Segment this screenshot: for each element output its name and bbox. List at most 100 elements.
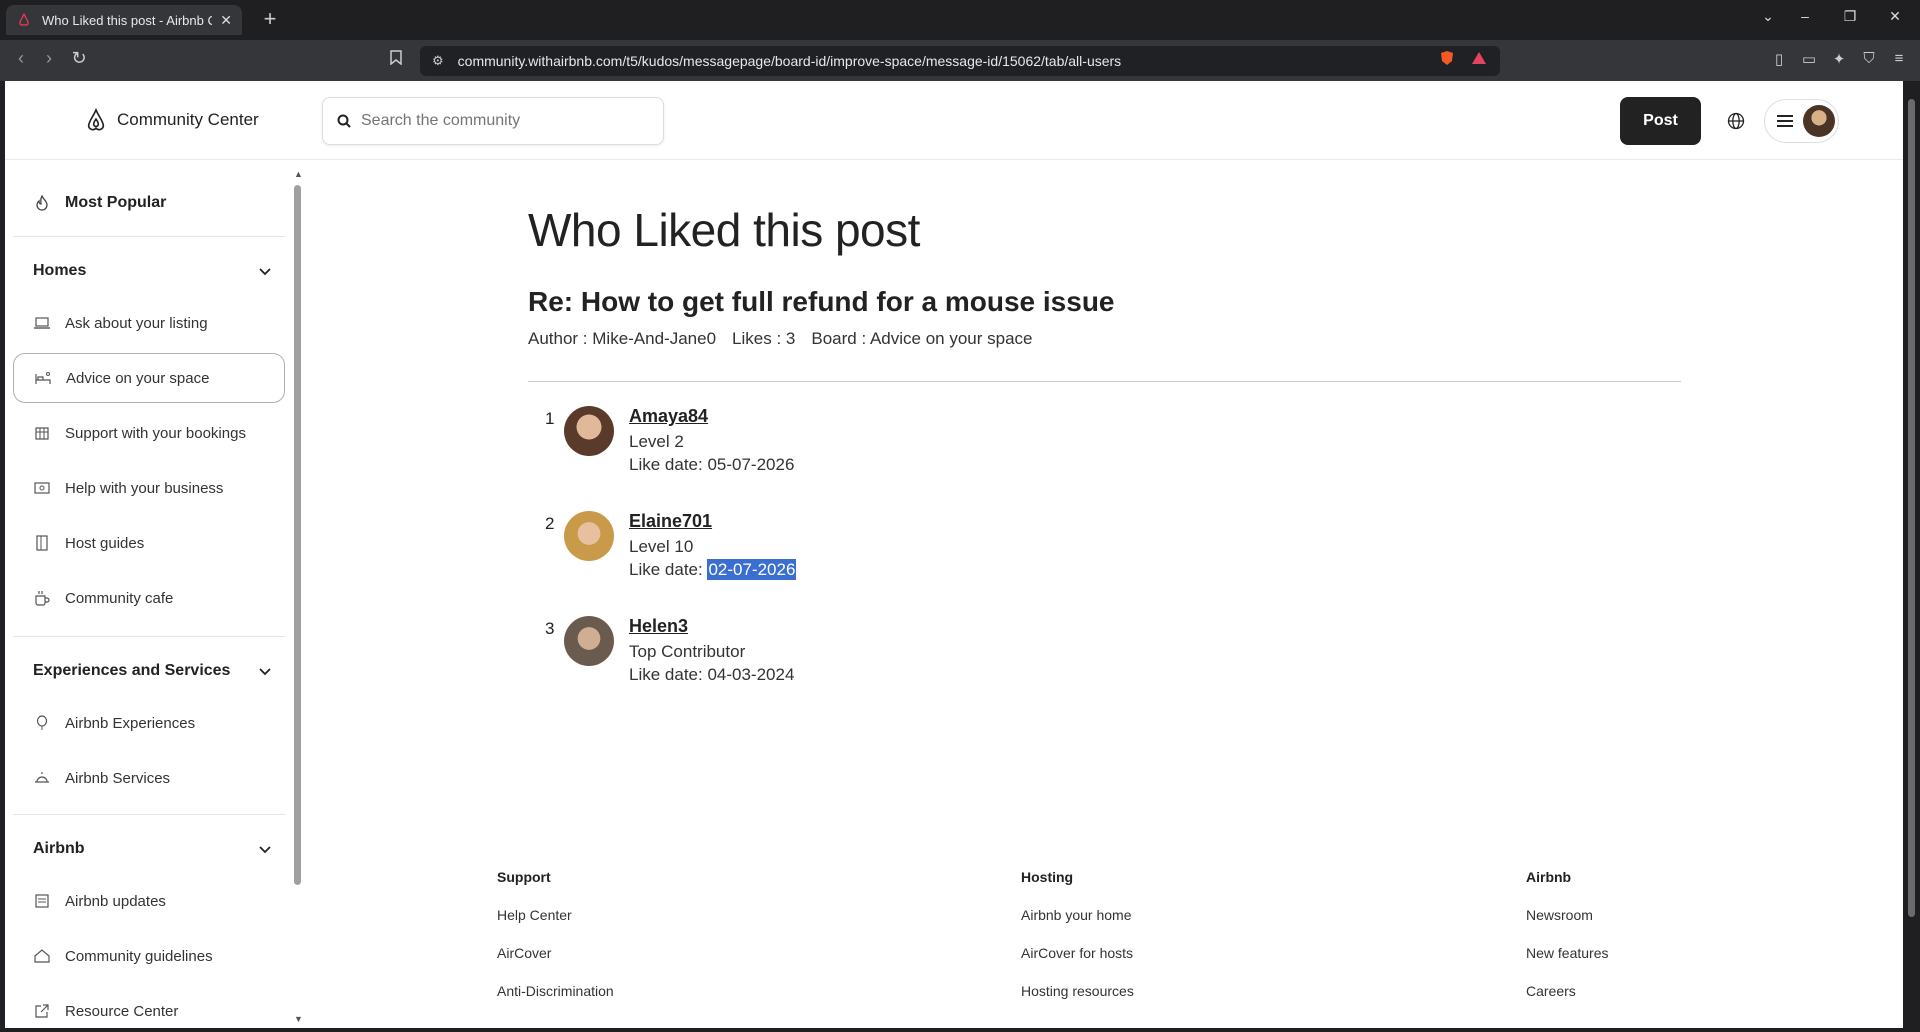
news-icon — [33, 892, 51, 910]
tab-close-icon[interactable]: ✕ — [220, 12, 232, 29]
footer-link[interactable]: AirCover — [497, 945, 614, 961]
footer-link[interactable]: New features — [1526, 945, 1608, 961]
search-box[interactable] — [322, 97, 664, 145]
footer-link[interactable]: Airbnb your home — [1021, 907, 1134, 923]
sidebar-item-ask-about-listing[interactable]: Ask about your listing — [13, 298, 285, 348]
list-item: 3 Helen3 Top Contributor Like date: 04-0… — [528, 616, 1028, 706]
wallet-icon[interactable]: ▭ — [1798, 50, 1820, 68]
sidebar-item-label: Airbnb updates — [65, 892, 166, 910]
site-header: Community Center Post — [5, 81, 1903, 160]
book-icon — [33, 534, 51, 552]
footer-column-hosting: Hosting Airbnb your home AirCover for ho… — [1021, 869, 1134, 1021]
footer-column-support: Support Help Center AirCover Anti-Discri… — [497, 869, 614, 1021]
airbnb-logo-icon — [16, 12, 32, 28]
post-meta: Author : Mike-And-Jane0 Likes : 3 Board … — [528, 329, 1033, 349]
sidebar-item-label: Resource Center — [65, 1002, 179, 1020]
liker-level: Level 2 — [629, 432, 684, 451]
sidebar-scrollbar[interactable]: ▲ ▼ — [293, 169, 303, 1028]
sidebar-item-label: Airbnb Services — [65, 769, 171, 787]
sidebar-section-experiences[interactable]: Experiences and Services — [13, 651, 285, 691]
footer-column-airbnb: Airbnb Newsroom New features Careers — [1526, 869, 1608, 1021]
sidebar-item-help-business[interactable]: Help with your business — [13, 463, 285, 513]
sidebar-item-community-cafe[interactable]: Community cafe — [13, 573, 285, 623]
like-date-value-selected: 02-07-2026 — [707, 559, 797, 580]
brand-link[interactable]: Community Center — [85, 108, 259, 132]
liker-rank-number: 3 — [545, 619, 555, 638]
site-settings-icon[interactable]: ⚙ — [432, 53, 444, 69]
vpn-shield-icon[interactable]: ⛉ — [1858, 50, 1880, 67]
address-bar[interactable]: ⚙ community.withairbnb.com/t5/kudos/mess… — [420, 46, 1500, 76]
user-menu-button[interactable] — [1764, 99, 1839, 143]
tab-list-icon[interactable]: ⌄ — [1748, 8, 1788, 25]
brave-rewards-icon[interactable] — [1468, 50, 1490, 70]
footer-heading: Hosting — [1021, 869, 1074, 885]
scroll-up-icon[interactable]: ▲ — [294, 169, 303, 179]
post-title: Re: How to get full refund for a mouse i… — [528, 286, 1115, 317]
sidebar-item-airbnb-updates[interactable]: Airbnb updates — [13, 876, 285, 926]
footer-heading: Airbnb — [1526, 869, 1572, 885]
leo-ai-icon[interactable]: ✦ — [1828, 50, 1850, 68]
like-date-label: Like date: — [629, 455, 708, 474]
sidebar-toggle-icon[interactable]: ▯ — [1768, 50, 1790, 68]
footer-link[interactable]: Anti-Discrimination — [497, 983, 614, 999]
browser-tab[interactable]: Who Liked this post - Airbnb Co ✕ — [6, 5, 242, 35]
sidebar-item-community-guidelines[interactable]: Community guidelines — [13, 931, 285, 981]
page-scroll-thumb[interactable] — [1908, 99, 1915, 917]
sidebar-item-label: Advice on your space — [66, 369, 210, 387]
chevron-down-icon — [259, 663, 271, 681]
search-icon — [337, 114, 351, 128]
bed-icon — [34, 369, 52, 387]
new-tab-icon[interactable]: + — [256, 6, 284, 32]
sidebar-section-airbnb[interactable]: Airbnb — [13, 829, 285, 869]
footer-link[interactable]: Careers — [1526, 983, 1608, 999]
footer-link[interactable]: Hosting resources — [1021, 983, 1134, 999]
post-button[interactable]: Post — [1620, 97, 1701, 145]
chevron-down-icon — [259, 841, 271, 859]
window-bottom-edge — [0, 1028, 1920, 1032]
footer-link[interactable]: Help Center — [497, 907, 614, 923]
bell-icon — [33, 769, 51, 787]
restore-icon[interactable]: ❐ — [1830, 8, 1870, 25]
liker-username[interactable]: Helen3 — [629, 616, 688, 637]
cash-icon — [33, 479, 51, 497]
bookmark-icon[interactable] — [385, 50, 407, 69]
sidebar-item-host-guides[interactable]: Host guides — [13, 518, 285, 568]
scroll-down-icon[interactable]: ▼ — [294, 1014, 303, 1024]
footer-link[interactable]: AirCover for hosts — [1021, 945, 1134, 961]
sidebar-item-airbnb-experiences[interactable]: Airbnb Experiences — [13, 698, 285, 748]
page-title: Who Liked this post — [528, 204, 920, 256]
reload-icon[interactable]: ↻ — [66, 48, 92, 69]
globe-icon[interactable] — [1723, 108, 1749, 134]
sidebar-section-title: Experiences and Services — [33, 662, 231, 679]
close-window-icon[interactable]: ✕ — [1875, 8, 1915, 25]
sidebar-item-airbnb-services[interactable]: Airbnb Services — [13, 753, 285, 803]
page: Community Center Post Most Popular Homes — [5, 81, 1903, 1028]
sidebar-item-resource-center[interactable]: Resource Center — [13, 986, 285, 1028]
avatar[interactable] — [564, 511, 614, 561]
back-icon[interactable]: ‹ — [8, 48, 34, 69]
liker-username[interactable]: Elaine701 — [629, 511, 712, 532]
liker-username[interactable]: Amaya84 — [629, 406, 708, 427]
sidebar-item-label: Community guidelines — [65, 947, 213, 965]
sidebar-item-support-bookings[interactable]: Support with your bookings — [13, 408, 285, 458]
forward-icon[interactable]: › — [36, 48, 62, 69]
minimize-icon[interactable]: – — [1785, 8, 1825, 24]
sidebar-divider — [13, 814, 285, 815]
browser-tab-bar: Who Liked this post - Airbnb Co ✕ + ⌄ – … — [0, 0, 1920, 40]
post-author: Author : Mike-And-Jane0 — [528, 329, 717, 348]
url-text: community.withairbnb.com/t5/kudos/messag… — [457, 53, 1122, 69]
search-input[interactable] — [361, 112, 651, 130]
liker-like-date: Like date: 05-07-2026 — [629, 455, 794, 475]
browser-menu-icon[interactable]: ≡ — [1888, 50, 1910, 67]
list-item: 2 Elaine701 Level 10 Like date: 02-07-20… — [528, 511, 1028, 601]
sidebar-section-homes[interactable]: Homes — [13, 251, 285, 291]
avatar[interactable] — [564, 406, 614, 456]
sidebar-item-most-popular[interactable]: Most Popular — [13, 178, 285, 228]
brave-shield-icon[interactable] — [1436, 50, 1458, 70]
avatar[interactable] — [564, 616, 614, 666]
page-scrollbar[interactable] — [1903, 81, 1920, 1032]
like-date-label: Like date: — [629, 665, 708, 684]
footer-link[interactable]: Newsroom — [1526, 907, 1608, 923]
sidebar-item-advice-on-space[interactable]: Advice on your space — [13, 353, 285, 403]
sidebar-scroll-thumb[interactable] — [294, 185, 301, 885]
